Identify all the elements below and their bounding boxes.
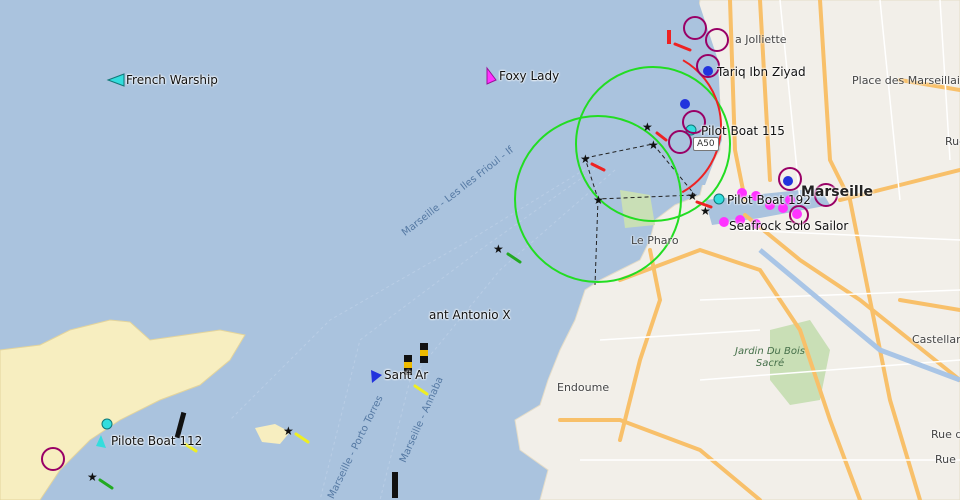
cargo-icon [680, 99, 690, 109]
svg-text:★: ★ [648, 138, 659, 152]
foxy-lady-icon [486, 66, 497, 85]
street-label-3: Rue [935, 453, 956, 466]
frioul-island [0, 319, 246, 500]
svg-text:★: ★ [642, 120, 653, 134]
pilote112-icon [101, 418, 113, 430]
street-label-1: Rue [945, 135, 960, 148]
park-area-2 [620, 190, 655, 228]
park-label-jardin: Jardin Du Bois Sacré [735, 346, 806, 369]
street-label-2: Rue d [931, 428, 960, 441]
vessel-label-seafrock[interactable]: Seafrock Solo Sailor [729, 219, 848, 233]
cargo-icon-2 [783, 176, 793, 186]
city-label: Marseille [801, 184, 874, 200]
vessel-label-pilot115[interactable]: Pilot Boat 115 [701, 124, 785, 138]
place-label-castellane: Castellan [912, 333, 960, 346]
svg-text:★: ★ [87, 470, 98, 484]
vessel-label-pilot192[interactable]: Pilot Boat 192 [727, 193, 811, 207]
tariq-icon [703, 66, 713, 76]
vessel-label-french-warship[interactable]: French Warship [126, 73, 218, 87]
svg-text:★: ★ [493, 242, 504, 256]
sant-ar-icon [371, 370, 382, 383]
pilot192-icon [713, 193, 725, 205]
vessel-label-foxy-lady[interactable]: Foxy Lady [499, 69, 559, 83]
vessel-label-sant-antonio[interactable]: ant Antonio X [429, 308, 511, 322]
svg-text:★: ★ [283, 424, 294, 438]
svg-text:★: ★ [593, 193, 604, 207]
vessel-label-sant-ar[interactable]: Sant Ar [384, 368, 428, 382]
svg-text:★: ★ [580, 152, 591, 166]
place-label-marseillaise: Place des Marseillaise [852, 74, 960, 87]
french-warship-icon [106, 73, 125, 87]
place-label-endoume: Endoume [557, 381, 610, 394]
pilote112-arrow [96, 435, 106, 448]
vessel-label-pilote112[interactable]: Pilote Boat 112 [111, 434, 202, 448]
district-label-joliette: a Jolliette [735, 33, 787, 46]
map-view[interactable]: ★ ★ ★ ★ ★ ★ ★ ★ ★ French Warship Foxy Lady Tar… [0, 0, 960, 500]
place-label-pharo: Le Pharo [631, 234, 679, 247]
vessel-label-tariq[interactable]: Tariq Ibn Ziyad [717, 65, 806, 79]
road-badge-a50: A50 [693, 137, 719, 151]
